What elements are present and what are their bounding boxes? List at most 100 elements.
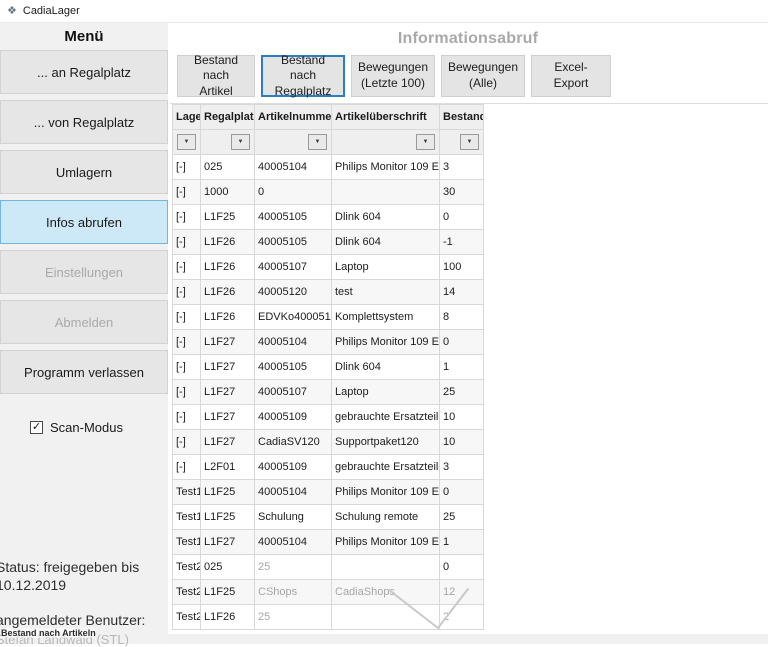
column-header-lager[interactable]: Lager [173,105,201,130]
table-cell[interactable]: 40005109 [255,455,332,480]
filter-button-artikelüberschrift[interactable]: ▼ [416,134,435,150]
table-cell[interactable]: 0 [440,480,484,505]
table-cell[interactable]: L1F27 [201,530,255,555]
table-cell[interactable]: [-] [173,280,201,305]
table-cell[interactable]: Schulung [255,505,332,530]
table-cell[interactable]: Philips Monitor 109 E50 [332,480,440,505]
table-cell[interactable]: [-] [173,430,201,455]
table-cell[interactable]: Test1 [173,530,201,555]
table-cell[interactable]: 40005107 [255,380,332,405]
table-cell[interactable]: Test2 [173,555,201,580]
sidebar-item-umlagern[interactable]: Umlagern [0,150,168,194]
table-cell[interactable]: [-] [173,205,201,230]
table-cell[interactable]: Laptop [332,380,440,405]
sidebar-item-von-regalplatz[interactable]: ... von Regalplatz [0,100,168,144]
filter-button-lager[interactable]: ▼ [177,134,196,150]
table-cell[interactable]: 8 [440,305,484,330]
table-cell[interactable]: L1F25 [201,480,255,505]
table-cell[interactable] [332,180,440,205]
tab-bestand-nach-artikel[interactable]: Bestand nach Artikel [177,55,255,97]
table-cell[interactable]: 12 [440,580,484,605]
table-cell[interactable]: Philips Monitor 109 E50 [332,330,440,355]
table-cell[interactable]: 40005109 [255,405,332,430]
table-row[interactable]: [-]L1F27CadiaSV120Supportpaket12010 [173,430,484,455]
table-cell[interactable]: 25 [255,555,332,580]
table-cell[interactable]: Philips Monitor 109 E50 [332,155,440,180]
table-cell[interactable]: [-] [173,180,201,205]
table-cell[interactable]: Test1 [173,480,201,505]
tab-excel-export[interactable]: Excel-Export [531,55,611,97]
table-cell[interactable]: 0 [440,555,484,580]
table-cell[interactable]: L1F25 [201,505,255,530]
column-header-bestand[interactable]: Bestand [440,105,484,130]
table-cell[interactable]: 2 [440,605,484,630]
tab-bestand-nach-regalplatz[interactable]: Bestand nach Regalplatz [261,55,345,97]
table-cell[interactable]: L1F26 [201,305,255,330]
column-header-artikelnummer[interactable]: Artikelnummer [255,105,332,130]
table-cell[interactable]: 0 [440,205,484,230]
table-cell[interactable]: 30 [440,180,484,205]
table-cell[interactable] [332,555,440,580]
table-cell[interactable]: 14 [440,280,484,305]
table-row[interactable]: Test2025250 [173,555,484,580]
table-cell[interactable]: CShops [255,580,332,605]
table-row[interactable]: Test1L1F2540005104Philips Monitor 109 E5… [173,480,484,505]
table-row[interactable]: [-]L1F2740005107Laptop25 [173,380,484,405]
table-cell[interactable]: 10 [440,430,484,455]
filter-button-regalplatz[interactable]: ▼ [231,134,250,150]
table-row[interactable]: Test1L1F25SchulungSchulung remote25 [173,505,484,530]
table-cell[interactable]: 1 [440,530,484,555]
table-cell[interactable]: L1F26 [201,280,255,305]
table-cell[interactable]: L1F27 [201,380,255,405]
table-cell[interactable]: [-] [173,255,201,280]
tab-bewegungen-letzte-100[interactable]: Bewegungen (Letzte 100) [351,55,435,97]
table-cell[interactable]: [-] [173,380,201,405]
table-row[interactable]: [-]L1F2740005105Dlink 6041 [173,355,484,380]
table-cell[interactable]: 25 [440,380,484,405]
column-header-artikelüberschrift[interactable]: Artikelüberschrift [332,105,440,130]
table-cell[interactable]: gebrauchte Ersatzteile [332,455,440,480]
table-cell[interactable]: Supportpaket120 [332,430,440,455]
table-cell[interactable]: L1F25 [201,580,255,605]
table-cell[interactable]: L1F27 [201,355,255,380]
table-cell[interactable]: 40005107 [255,255,332,280]
filter-button-artikelnummer[interactable]: ▼ [308,134,327,150]
table-cell[interactable]: L2F01 [201,455,255,480]
table-cell[interactable]: [-] [173,305,201,330]
table-cell[interactable]: 0 [440,330,484,355]
sidebar-item-programm-verlassen[interactable]: Programm verlassen [0,350,168,394]
table-cell[interactable]: 3 [440,455,484,480]
table-cell[interactable]: [-] [173,155,201,180]
table-cell[interactable]: L1F26 [201,230,255,255]
table-cell[interactable]: 40005105 [255,205,332,230]
table-cell[interactable] [332,605,440,630]
table-cell[interactable]: L1F27 [201,430,255,455]
column-header-regalplatz[interactable]: Regalplatz [201,105,255,130]
table-cell[interactable]: 1 [440,355,484,380]
table-cell[interactable]: L1F26 [201,255,255,280]
table-cell[interactable]: 1000 [201,180,255,205]
table-row[interactable]: [-]L1F2740005104Philips Monitor 109 E500 [173,330,484,355]
filter-button-bestand[interactable]: ▼ [460,134,479,150]
table-cell[interactable]: 40005105 [255,230,332,255]
table-cell[interactable]: Philips Monitor 109 E50 [332,530,440,555]
table-cell[interactable]: Komplettsystem [332,305,440,330]
table-cell[interactable]: L1F27 [201,405,255,430]
table-cell[interactable]: Dlink 604 [332,205,440,230]
sidebar-item-an-regalplatz[interactable]: ... an Regalplatz [0,50,168,94]
table-row[interactable]: [-]L1F26EDVKo40005113Komplettsystem8 [173,305,484,330]
table-cell[interactable]: 40005104 [255,155,332,180]
table-cell[interactable]: 40005104 [255,530,332,555]
table-cell[interactable]: 0 [255,180,332,205]
table-row[interactable]: [-]02540005104Philips Monitor 109 E503 [173,155,484,180]
table-cell[interactable]: 3 [440,155,484,180]
table-row[interactable]: Test2L1F25CShopsCadiaShops12 [173,580,484,605]
table-cell[interactable]: 40005105 [255,355,332,380]
table-cell[interactable]: -1 [440,230,484,255]
tab-bewegungen-alle[interactable]: Bewegungen (Alle) [441,55,525,97]
table-cell[interactable]: 10 [440,405,484,430]
table-cell[interactable]: 025 [201,155,255,180]
table-cell[interactable]: [-] [173,330,201,355]
table-cell[interactable]: CadiaSV120 [255,430,332,455]
table-cell[interactable]: L1F27 [201,330,255,355]
